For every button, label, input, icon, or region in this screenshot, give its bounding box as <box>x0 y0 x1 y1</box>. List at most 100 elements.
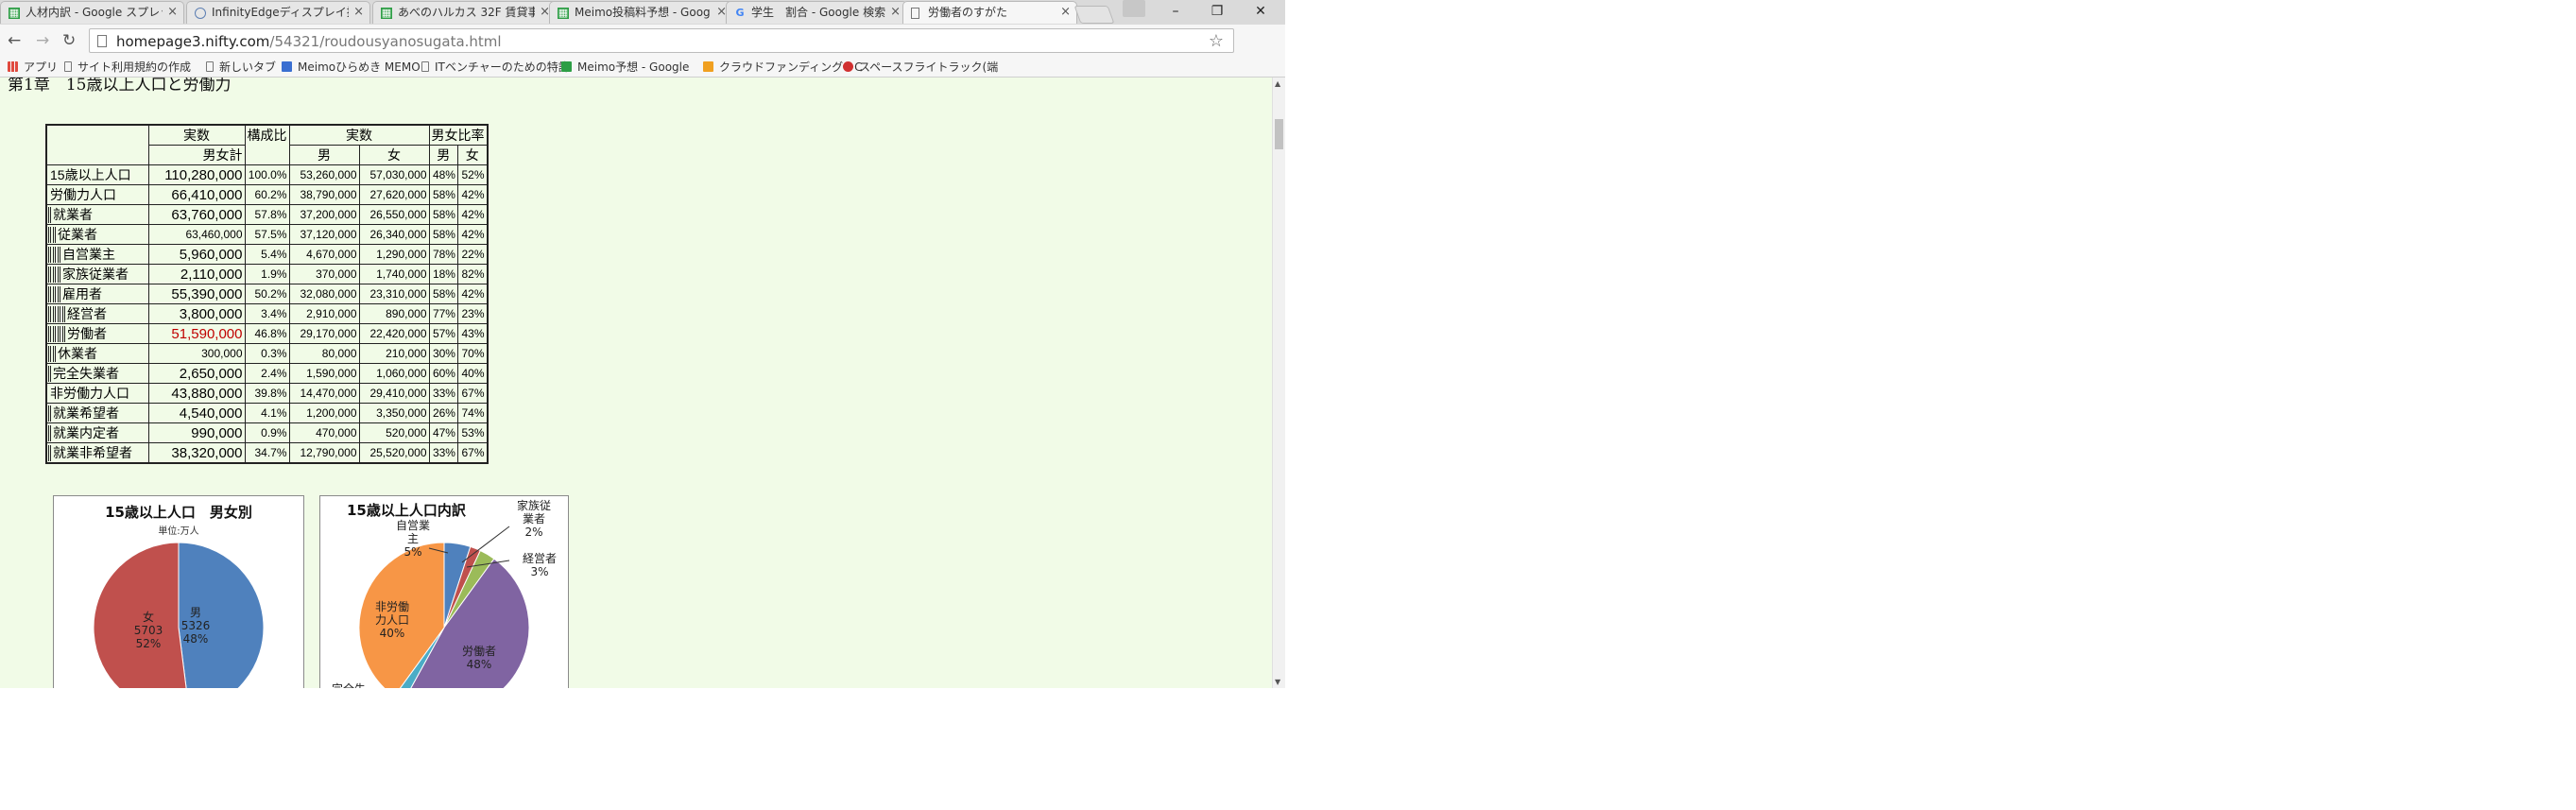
tab-1[interactable]: InfinityEdgeディスプレイ搭載 × <box>186 1 370 24</box>
row-label: 休業者 <box>45 343 149 364</box>
close-window-icon[interactable]: ✕ <box>1244 2 1278 21</box>
bookmarks-bar: アプリ サイト利用規約の作成 新しいタブ Meimoひらめき MEMO ITベン… <box>0 57 1285 78</box>
row-label: 15歳以上人口 <box>45 164 149 185</box>
row-female: 29,410,000 <box>358 383 430 404</box>
bookmark-6[interactable]: クラウドファンディング - C <box>703 60 863 75</box>
page-content: 第1章 15歳以上人口と労働力 実数 構成比 実数 男女比率 男女計 男 女 男… <box>0 78 1272 688</box>
row-female: 57,030,000 <box>358 164 430 185</box>
table-row: 就業希望者 4,540,000 4.1% 1,200,000 3,350,000 26% 7… <box>45 403 489 423</box>
cf-icon <box>703 61 713 72</box>
row-total: 300,000 <box>147 343 246 364</box>
address-bar[interactable]: homepage3.nifty.com/54321/roudousyanosug… <box>89 28 1234 53</box>
indent-bar <box>53 286 56 302</box>
row-male: 32,080,000 <box>288 284 360 304</box>
row-male-ratio: 60% <box>428 363 458 384</box>
new-tab-button[interactable] <box>1073 6 1115 24</box>
header-male: 男 <box>288 145 360 165</box>
row-male-ratio: 33% <box>428 383 458 404</box>
scroll-up-icon[interactable]: ▲ <box>1275 79 1280 88</box>
bookmark-apps[interactable]: アプリ <box>8 60 58 75</box>
tab-5-active[interactable]: 労働者のすがた × <box>902 1 1077 24</box>
row-share: 2.4% <box>244 363 290 384</box>
indent-bar <box>58 267 60 283</box>
row-label-text: 就業者 <box>53 207 93 222</box>
indent-bar <box>48 267 51 283</box>
tab-strip: ▦ 人材内訳 - Google スプレッ × InfinityEdgeディスプレ… <box>0 0 1285 25</box>
row-label-text: 15歳以上人口 <box>50 167 131 182</box>
close-icon[interactable]: × <box>890 2 901 23</box>
scrollbar-thumb[interactable] <box>1275 119 1283 149</box>
row-male: 4,670,000 <box>288 244 360 265</box>
row-female: 1,740,000 <box>358 264 430 284</box>
indent-bar <box>48 445 51 461</box>
indent-bar <box>62 326 65 342</box>
row-total: 63,760,000 <box>147 204 246 225</box>
row-female-ratio: 22% <box>456 244 489 265</box>
row-male-ratio: 18% <box>428 264 458 284</box>
close-icon[interactable]: × <box>353 2 364 23</box>
tab-0[interactable]: ▦ 人材内訳 - Google スプレッ × <box>0 1 184 24</box>
row-total: 51,590,000 <box>147 323 246 344</box>
indent-bar <box>48 227 51 243</box>
close-icon[interactable]: × <box>1060 2 1071 23</box>
row-female: 22,420,000 <box>358 323 430 344</box>
row-female: 1,060,000 <box>358 363 430 384</box>
reload-icon[interactable]: ↻ <box>62 31 76 50</box>
bookmark-3[interactable]: Meimoひらめき MEMO <box>282 60 421 75</box>
row-male-ratio: 48% <box>428 164 458 185</box>
vertical-scrollbar[interactable]: ▲ ▼ <box>1272 78 1285 688</box>
table-row: 休業者 300,000 0.3% 80,000 210,000 30% 70% <box>45 343 489 364</box>
indent-bar <box>62 306 65 322</box>
row-male: 1,200,000 <box>288 403 360 423</box>
row-female-ratio: 43% <box>456 323 489 344</box>
row-label-text: 休業者 <box>58 346 97 361</box>
profile-icon[interactable] <box>1123 0 1145 17</box>
indent-bar <box>53 346 56 362</box>
row-male: 2,910,000 <box>288 303 360 324</box>
tab-title: InfinityEdgeディスプレイ搭載 <box>212 6 349 19</box>
bookmark-1[interactable]: サイト利用規約の作成 <box>64 60 191 75</box>
row-label-text: 就業非希望者 <box>53 445 132 460</box>
minimize-icon[interactable]: – <box>1159 2 1193 21</box>
row-label-text: 完全失業者 <box>53 366 119 381</box>
row-female-ratio: 40% <box>456 363 489 384</box>
row-label: 経営者 <box>45 303 149 324</box>
tab-4[interactable]: G 学生 割合 - Google 検索 × <box>726 1 907 24</box>
row-male-ratio: 58% <box>428 184 458 205</box>
row-total: 66,410,000 <box>147 184 246 205</box>
url-path: /54321/roudousyanosugata.html <box>269 33 502 50</box>
row-male-ratio: 58% <box>428 224 458 245</box>
tab-title: あべのハルカス 32F 賃貸事務 <box>398 6 535 19</box>
table-row: 就業内定者 990,000 0.9% 470,000 520,000 47% 53% <box>45 422 489 443</box>
pie-svg-breakdown: 自営業主 5%家族従業者 2%経営者 3%労働者 48%完全失非労働力人口 40% <box>332 498 557 688</box>
tab-3[interactable]: ▦ Meimo投稿料予想 - Goog × <box>549 1 733 24</box>
bookmark-7[interactable]: スペースフライトラック(端 <box>843 60 998 75</box>
row-label: 就業非希望者 <box>45 442 149 464</box>
row-female-ratio: 23% <box>456 303 489 324</box>
bookmark-4[interactable]: ITベンチャーのための特許 <box>421 60 570 75</box>
row-female-ratio: 52% <box>456 164 489 185</box>
row-label: 家族従業者 <box>45 264 149 284</box>
row-male: 12,790,000 <box>288 442 360 464</box>
scroll-down-icon[interactable]: ▼ <box>1275 678 1280 686</box>
bookmark-5[interactable]: Meimo予想 - Google <box>561 60 689 75</box>
bookmark-label: ITベンチャーのための特許 <box>435 60 570 74</box>
row-label: 完全失業者 <box>45 363 149 384</box>
tab-2[interactable]: ▦ あべのハルカス 32F 賃貸事務 × <box>372 1 557 24</box>
row-label-text: 経営者 <box>67 306 107 321</box>
tab-title: 人材内訳 - Google スプレッ <box>26 6 163 19</box>
row-total: 43,880,000 <box>147 383 246 404</box>
url-text[interactable]: homepage3.nifty.com/54321/roudousyanosug… <box>116 33 502 50</box>
row-label: 非労働力人口 <box>45 383 149 404</box>
bookmark-2[interactable]: 新しいタブ <box>206 60 276 75</box>
pie-label: 労働者 48% <box>462 645 496 671</box>
bookmark-star-icon[interactable]: ☆ <box>1209 31 1224 51</box>
forward-icon[interactable]: → <box>36 31 49 50</box>
close-icon[interactable]: × <box>167 2 178 23</box>
row-male-ratio: 77% <box>428 303 458 324</box>
back-icon[interactable]: ← <box>8 31 21 50</box>
row-male-ratio: 30% <box>428 343 458 364</box>
restore-icon[interactable]: ❐ <box>1200 2 1234 21</box>
row-male: 37,200,000 <box>288 204 360 225</box>
meimo-icon <box>282 61 292 72</box>
